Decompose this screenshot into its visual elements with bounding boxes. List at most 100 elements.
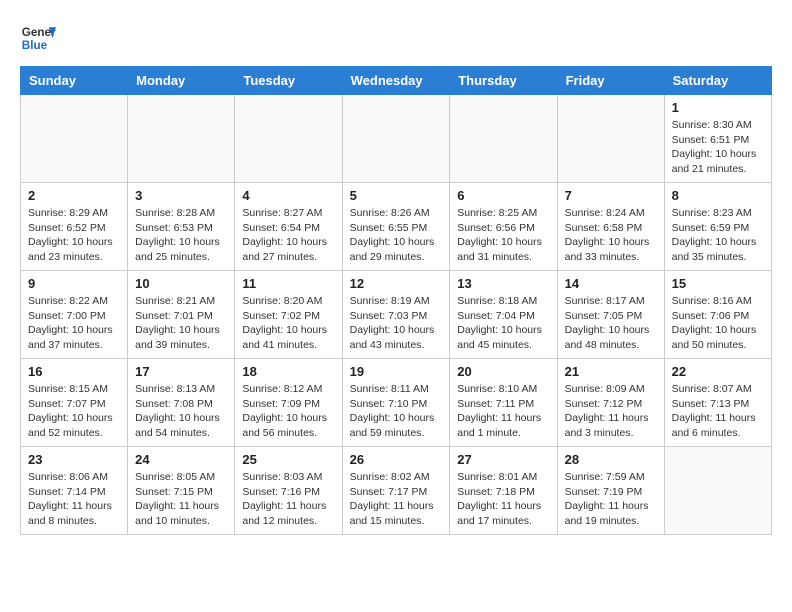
day-number: 13 [457, 276, 549, 291]
calendar-cell: 15 Sunrise: 8:16 AM Sunset: 7:06 PM Dayli… [664, 271, 771, 359]
day-number: 12 [350, 276, 443, 291]
calendar-cell [235, 95, 342, 183]
day-number: 20 [457, 364, 549, 379]
calendar-cell: 1 Sunrise: 8:30 AM Sunset: 6:51 PM Daylig… [664, 95, 771, 183]
logo-icon: General Blue [20, 20, 56, 56]
calendar-cell: 19Sunrise: 8:11 AM Sunset: 7:10 PM Dayli… [342, 359, 450, 447]
day-info: Sunrise: 8:25 AM Sunset: 6:56 PM Dayligh… [457, 206, 549, 265]
week-row-5: 23 Sunrise: 8:06 AM Sunset: 7:14 PM Dayli… [21, 447, 772, 535]
day-info: Sunrise: 8:17 AM Sunset: 7:05 PM Dayligh… [565, 294, 657, 353]
week-row-2: 2 Sunrise: 8:29 AM Sunset: 6:52 PM Daylig… [21, 183, 772, 271]
week-row-3: 9 Sunrise: 8:22 AM Sunset: 7:00 PM Daylig… [21, 271, 772, 359]
calendar-cell [128, 95, 235, 183]
weekday-header-monday: Monday [128, 67, 235, 95]
day-info: Sunrise: 8:12 AM Sunset: 7:09 PM Dayligh… [242, 382, 334, 441]
day-number: 21 [565, 364, 657, 379]
day-info: Sunrise: 8:21 AM Sunset: 7:01 PM Dayligh… [135, 294, 227, 353]
calendar-cell: 9 Sunrise: 8:22 AM Sunset: 7:00 PM Daylig… [21, 271, 128, 359]
calendar-cell: 6Sunrise: 8:25 AM Sunset: 6:56 PM Daylig… [450, 183, 557, 271]
day-info: Sunrise: 8:16 AM Sunset: 7:06 PM Dayligh… [672, 294, 764, 353]
day-info: Sunrise: 8:30 AM Sunset: 6:51 PM Dayligh… [672, 118, 764, 177]
day-info: Sunrise: 8:09 AM Sunset: 7:12 PM Dayligh… [565, 382, 657, 441]
day-info: Sunrise: 8:23 AM Sunset: 6:59 PM Dayligh… [672, 206, 764, 265]
day-info: Sunrise: 8:03 AM Sunset: 7:16 PM Dayligh… [242, 470, 334, 529]
day-number: 25 [242, 452, 334, 467]
calendar-cell: 2 Sunrise: 8:29 AM Sunset: 6:52 PM Daylig… [21, 183, 128, 271]
day-number: 11 [242, 276, 334, 291]
calendar-cell: 27 Sunrise: 8:01 AM Sunset: 7:18 PM Dayli… [450, 447, 557, 535]
calendar-table: SundayMondayTuesdayWednesdayThursdayFrid… [20, 66, 772, 535]
svg-text:Blue: Blue [22, 39, 48, 52]
calendar-cell: 24Sunrise: 8:05 AM Sunset: 7:15 PM Dayli… [128, 447, 235, 535]
calendar-cell [450, 95, 557, 183]
day-number: 9 [28, 276, 120, 291]
day-number: 7 [565, 188, 657, 203]
weekday-header-saturday: Saturday [664, 67, 771, 95]
calendar-cell: 18 Sunrise: 8:12 AM Sunset: 7:09 PM Dayli… [235, 359, 342, 447]
weekday-header-tuesday: Tuesday [235, 67, 342, 95]
day-info: Sunrise: 8:18 AM Sunset: 7:04 PM Dayligh… [457, 294, 549, 353]
day-number: 23 [28, 452, 120, 467]
day-info: Sunrise: 8:10 AM Sunset: 7:11 PM Dayligh… [457, 382, 549, 441]
calendar-cell [664, 447, 771, 535]
day-number: 27 [457, 452, 549, 467]
day-info: Sunrise: 8:26 AM Sunset: 6:55 PM Dayligh… [350, 206, 443, 265]
calendar-cell: 16 Sunrise: 8:15 AM Sunset: 7:07 PM Dayli… [21, 359, 128, 447]
week-row-4: 16 Sunrise: 8:15 AM Sunset: 7:07 PM Dayli… [21, 359, 772, 447]
calendar-cell: 12 Sunrise: 8:19 AM Sunset: 7:03 PM Dayli… [342, 271, 450, 359]
day-number: 1 [672, 100, 764, 115]
day-number: 10 [135, 276, 227, 291]
calendar-cell: 25 Sunrise: 8:03 AM Sunset: 7:16 PM Dayli… [235, 447, 342, 535]
calendar-cell: 10 Sunrise: 8:21 AM Sunset: 7:01 PM Dayli… [128, 271, 235, 359]
calendar-cell [21, 95, 128, 183]
day-info: Sunrise: 8:06 AM Sunset: 7:14 PM Dayligh… [28, 470, 120, 529]
weekday-header-wednesday: Wednesday [342, 67, 450, 95]
calendar-cell: 20 Sunrise: 8:10 AM Sunset: 7:11 PM Dayli… [450, 359, 557, 447]
calendar-cell: 26Sunrise: 8:02 AM Sunset: 7:17 PM Dayli… [342, 447, 450, 535]
calendar-cell: 22 Sunrise: 8:07 AM Sunset: 7:13 PM Dayli… [664, 359, 771, 447]
day-number: 15 [672, 276, 764, 291]
day-info: Sunrise: 8:07 AM Sunset: 7:13 PM Dayligh… [672, 382, 764, 441]
calendar-cell: 28 Sunrise: 7:59 AM Sunset: 7:19 PM Dayli… [557, 447, 664, 535]
calendar-cell: 11 Sunrise: 8:20 AM Sunset: 7:02 PM Dayli… [235, 271, 342, 359]
calendar-cell: 8 Sunrise: 8:23 AM Sunset: 6:59 PM Daylig… [664, 183, 771, 271]
day-number: 22 [672, 364, 764, 379]
day-number: 16 [28, 364, 120, 379]
day-number: 3 [135, 188, 227, 203]
day-info: Sunrise: 8:19 AM Sunset: 7:03 PM Dayligh… [350, 294, 443, 353]
week-row-1: 1 Sunrise: 8:30 AM Sunset: 6:51 PM Daylig… [21, 95, 772, 183]
day-number: 24 [135, 452, 227, 467]
calendar-cell: 13 Sunrise: 8:18 AM Sunset: 7:04 PM Dayli… [450, 271, 557, 359]
day-number: 2 [28, 188, 120, 203]
day-info: Sunrise: 8:15 AM Sunset: 7:07 PM Dayligh… [28, 382, 120, 441]
day-info: Sunrise: 8:02 AM Sunset: 7:17 PM Dayligh… [350, 470, 443, 529]
weekday-header-row: SundayMondayTuesdayWednesdayThursdayFrid… [21, 67, 772, 95]
day-number: 17 [135, 364, 227, 379]
day-number: 19 [350, 364, 443, 379]
day-info: Sunrise: 8:20 AM Sunset: 7:02 PM Dayligh… [242, 294, 334, 353]
day-info: Sunrise: 8:01 AM Sunset: 7:18 PM Dayligh… [457, 470, 549, 529]
day-info: Sunrise: 8:13 AM Sunset: 7:08 PM Dayligh… [135, 382, 227, 441]
day-number: 8 [672, 188, 764, 203]
weekday-header-friday: Friday [557, 67, 664, 95]
weekday-header-sunday: Sunday [21, 67, 128, 95]
weekday-header-thursday: Thursday [450, 67, 557, 95]
logo: General Blue [20, 20, 56, 56]
day-info: Sunrise: 8:28 AM Sunset: 6:53 PM Dayligh… [135, 206, 227, 265]
calendar-cell [557, 95, 664, 183]
day-info: Sunrise: 7:59 AM Sunset: 7:19 PM Dayligh… [565, 470, 657, 529]
calendar-cell: 17 Sunrise: 8:13 AM Sunset: 7:08 PM Dayli… [128, 359, 235, 447]
day-number: 14 [565, 276, 657, 291]
day-info: Sunrise: 8:24 AM Sunset: 6:58 PM Dayligh… [565, 206, 657, 265]
day-info: Sunrise: 8:22 AM Sunset: 7:00 PM Dayligh… [28, 294, 120, 353]
day-number: 4 [242, 188, 334, 203]
day-info: Sunrise: 8:29 AM Sunset: 6:52 PM Dayligh… [28, 206, 120, 265]
calendar-cell: 3 Sunrise: 8:28 AM Sunset: 6:53 PM Daylig… [128, 183, 235, 271]
day-number: 28 [565, 452, 657, 467]
day-number: 18 [242, 364, 334, 379]
calendar-cell: 4Sunrise: 8:27 AM Sunset: 6:54 PM Daylig… [235, 183, 342, 271]
calendar-cell: 5Sunrise: 8:26 AM Sunset: 6:55 PM Daylig… [342, 183, 450, 271]
page-header: General Blue [20, 20, 772, 56]
calendar-cell: 14 Sunrise: 8:17 AM Sunset: 7:05 PM Dayli… [557, 271, 664, 359]
calendar-cell: 7 Sunrise: 8:24 AM Sunset: 6:58 PM Daylig… [557, 183, 664, 271]
